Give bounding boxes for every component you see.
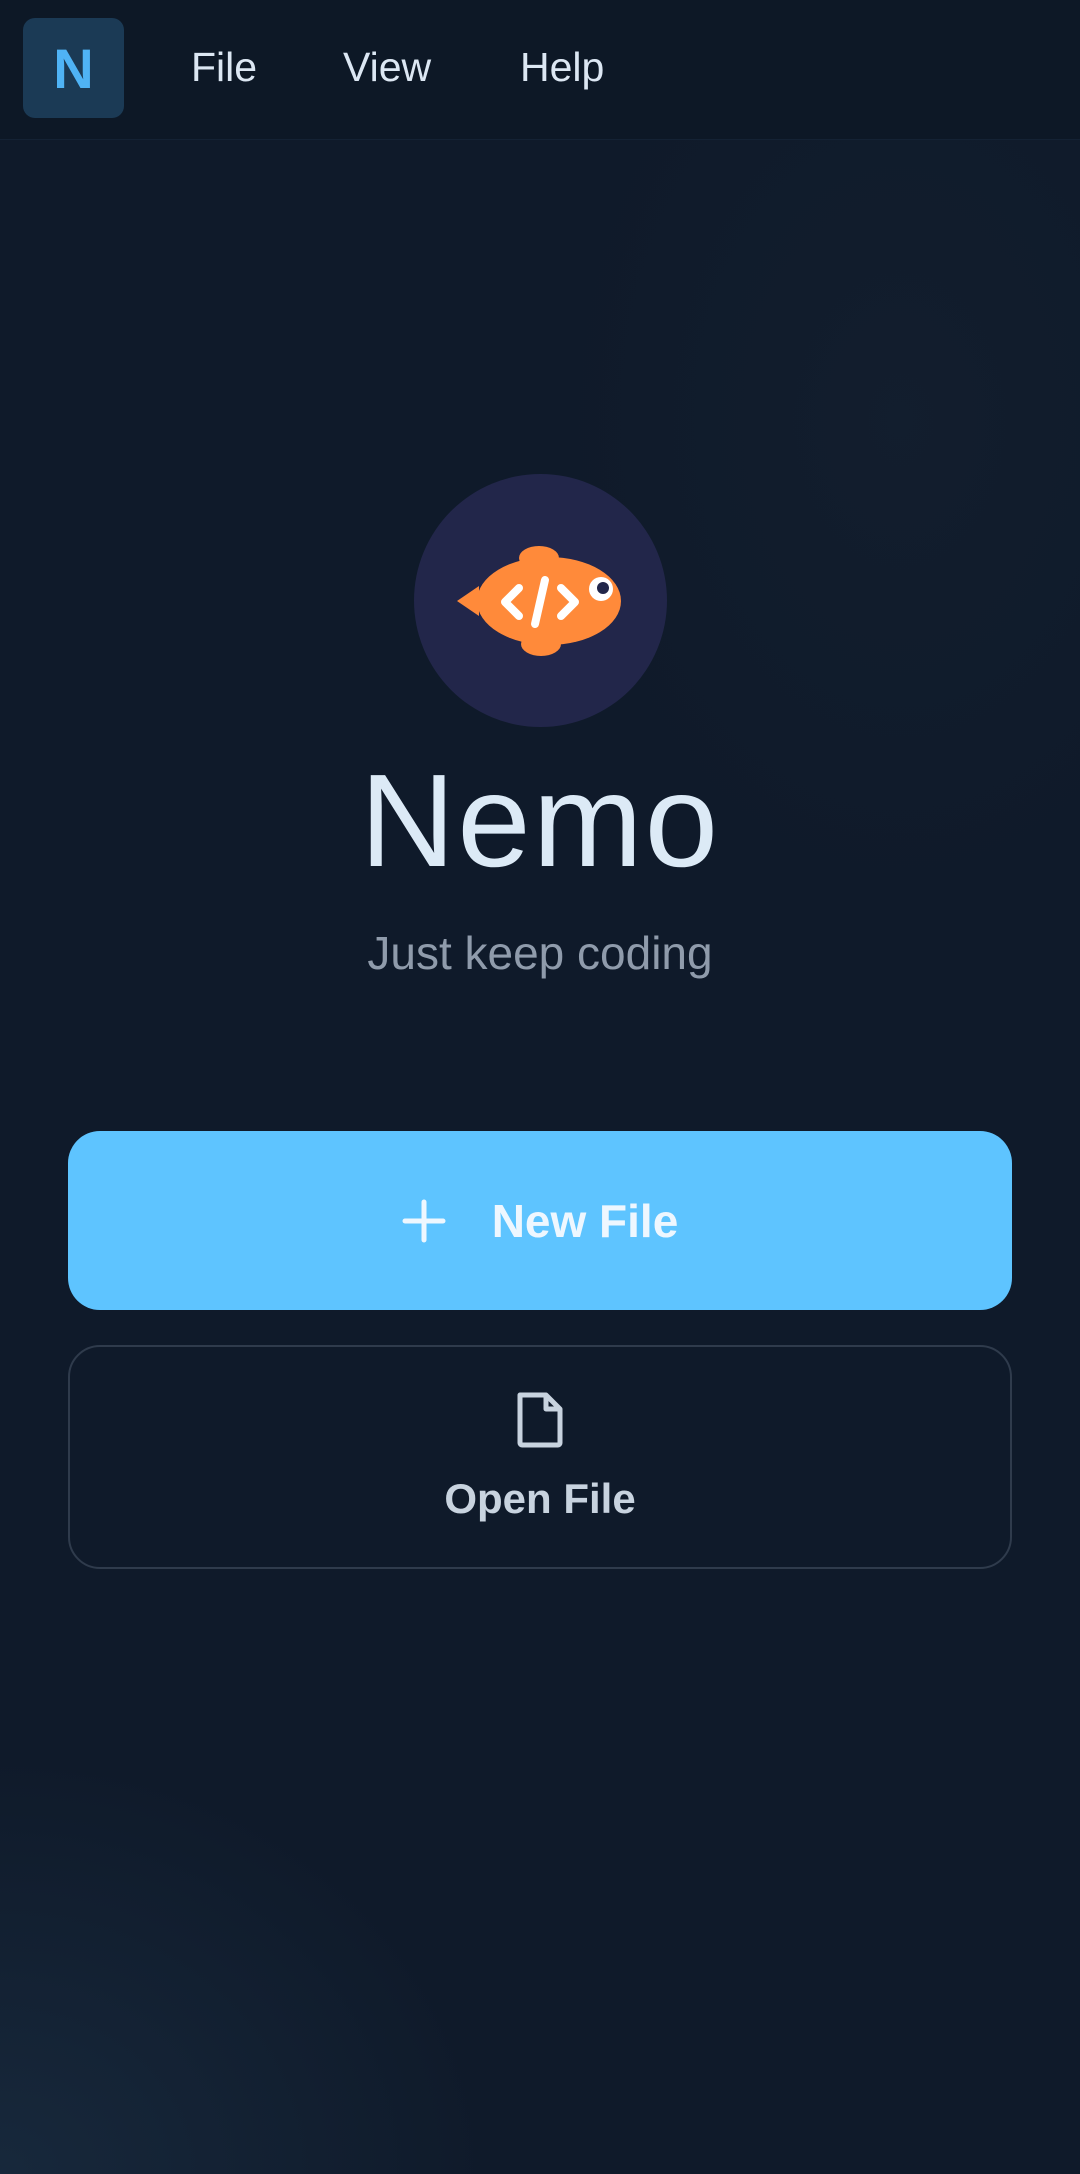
open-file-label: Open File — [444, 1475, 636, 1522]
plus-icon — [402, 1199, 446, 1242]
open-file-button[interactable]: Open File — [68, 1345, 1012, 1569]
app-tagline: Just keep coding — [367, 927, 713, 979]
new-file-label: New File — [491, 1194, 679, 1247]
file-icon — [517, 1392, 563, 1448]
welcome-screen: Nemo Just keep coding New File Open File — [0, 0, 1080, 2174]
new-file-button[interactable]: New File — [68, 1131, 1012, 1310]
app-logo — [414, 474, 667, 727]
clownfish-code-icon — [456, 545, 621, 656]
app-title: Nemo — [359, 747, 721, 894]
